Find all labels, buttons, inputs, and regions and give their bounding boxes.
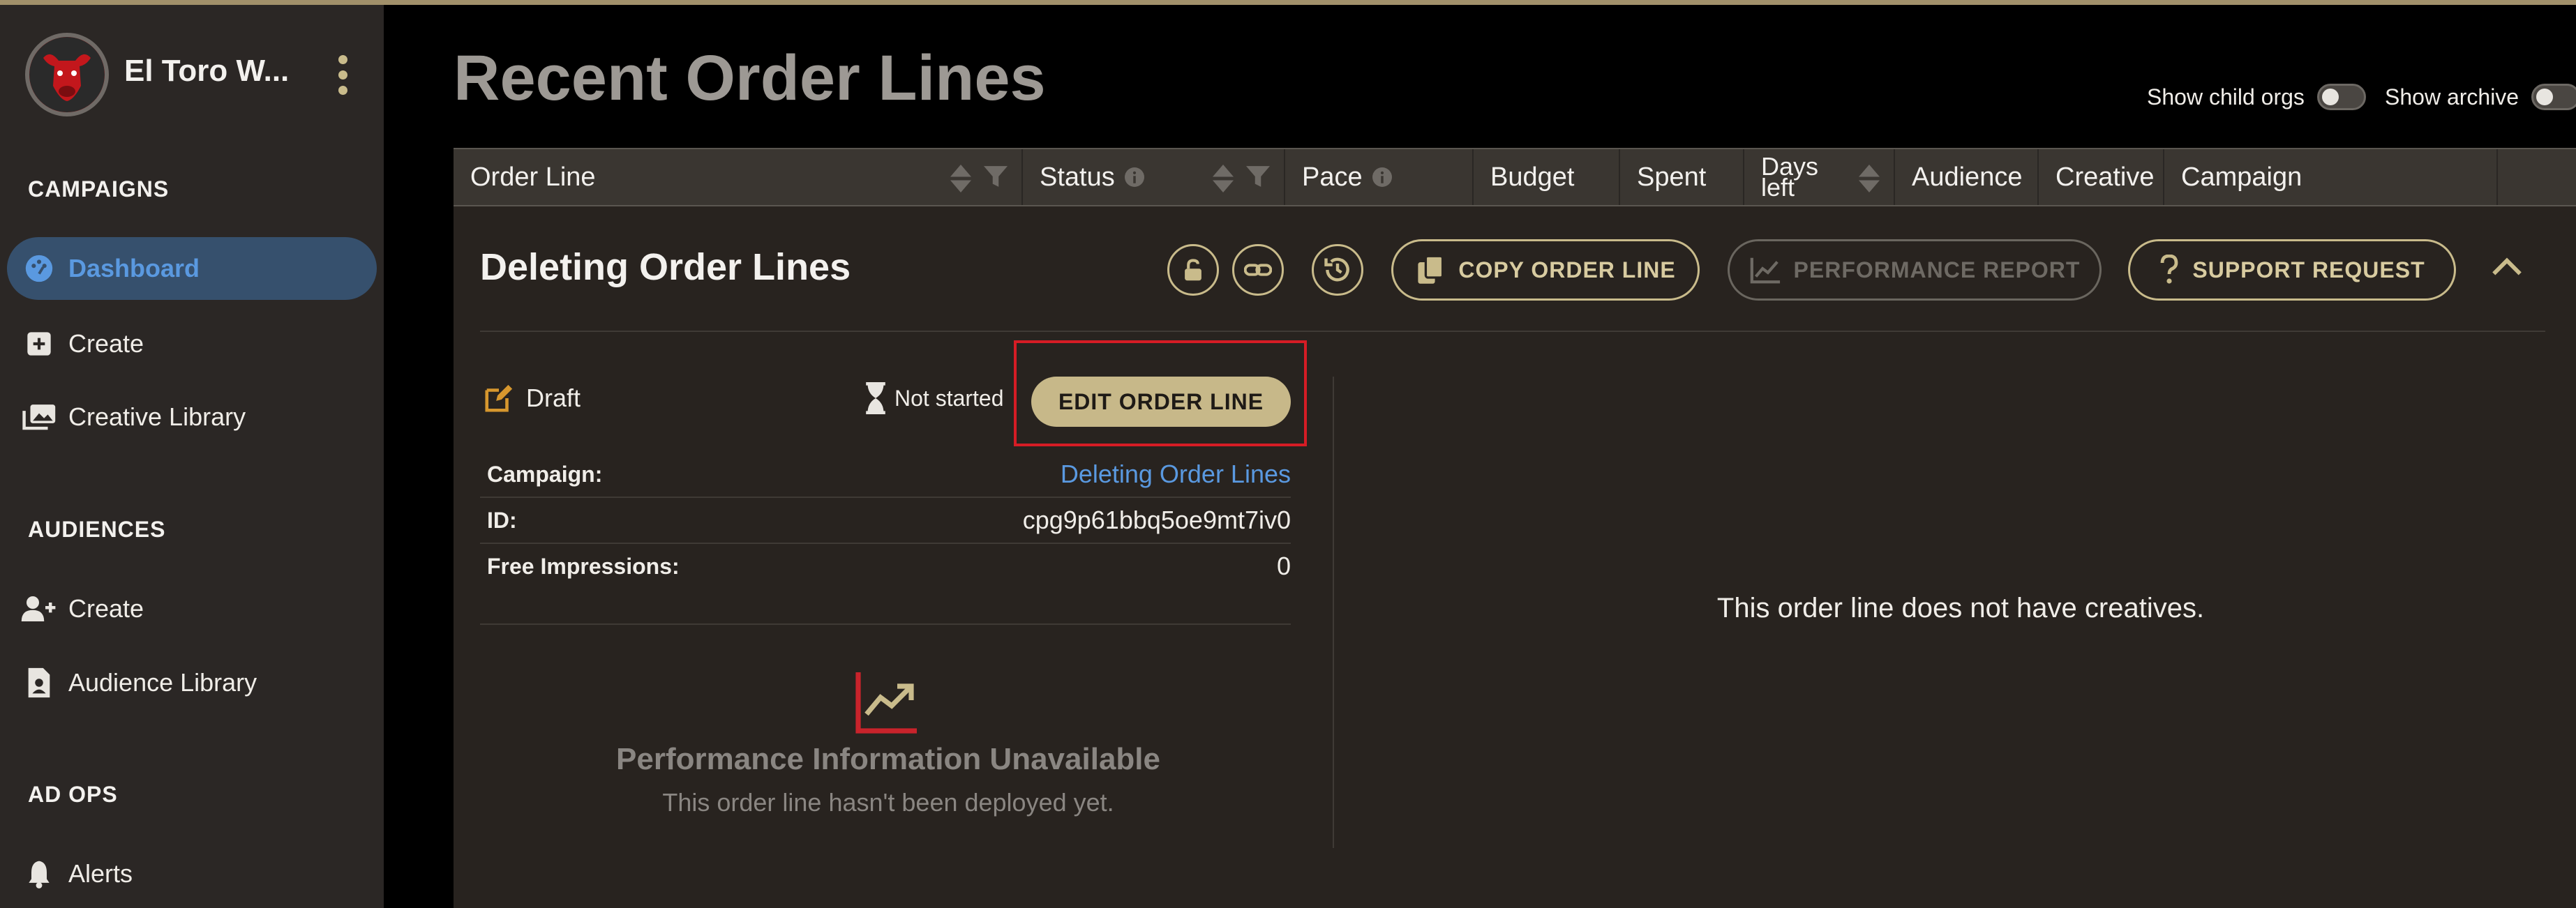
column-label: Spent bbox=[1637, 162, 1707, 192]
detail-value: 0 bbox=[1276, 552, 1291, 580]
info-icon[interactable] bbox=[1372, 167, 1392, 187]
no-creatives-message: This order line does not have creatives. bbox=[1716, 593, 2205, 623]
column-label: Campaign bbox=[2181, 162, 2302, 192]
collapse-chevron-icon[interactable] bbox=[2489, 252, 2524, 284]
order-line-title: Deleting Order Lines bbox=[480, 246, 851, 288]
filter-icon[interactable] bbox=[984, 165, 1008, 188]
column-label: Creative bbox=[2055, 162, 2155, 192]
page-title: Recent Order Lines bbox=[454, 43, 1046, 114]
sort-icon[interactable] bbox=[950, 165, 971, 192]
show-archive-toggle[interactable]: Show archive bbox=[2385, 84, 2576, 110]
question-icon bbox=[2159, 255, 2180, 285]
org-name: El Toro W... bbox=[124, 54, 290, 88]
column-label: Days left bbox=[1761, 152, 1819, 202]
sidebar-item-label: Creative Library bbox=[68, 402, 246, 431]
sort-icon[interactable] bbox=[1213, 165, 1234, 192]
column-header-budget[interactable]: Budget bbox=[1474, 149, 1620, 205]
show-child-orgs-toggle[interactable]: Show child orgs bbox=[2147, 84, 2366, 110]
column-header-creative[interactable]: Creative bbox=[2039, 149, 2164, 205]
sidebar-item-label: Audience Library bbox=[68, 668, 257, 697]
detail-row-id: ID: cpg9p61bbq5oe9mt7iv0 bbox=[487, 498, 1291, 543]
bell-icon bbox=[20, 854, 59, 893]
org-avatar bbox=[25, 33, 109, 116]
history-button[interactable] bbox=[1312, 244, 1363, 296]
detail-label: Campaign: bbox=[487, 461, 603, 487]
org-switcher[interactable]: El Toro W... bbox=[25, 33, 360, 123]
filter-icon[interactable] bbox=[1246, 165, 1270, 188]
sidebar-item-dashboard[interactable]: Dashboard bbox=[7, 237, 377, 300]
column-header-audience[interactable]: Audience bbox=[1895, 149, 2039, 205]
campaign-link[interactable]: Deleting Order Lines bbox=[1061, 460, 1291, 489]
unlock-icon bbox=[1185, 259, 1201, 281]
trend-chart-icon bbox=[855, 672, 917, 734]
kebab-menu-icon[interactable] bbox=[332, 55, 353, 104]
performance-report-button[interactable]: PERFORMANCE REPORT bbox=[1728, 239, 2102, 301]
toggle-switch[interactable] bbox=[2316, 84, 2366, 110]
sidebar-item-audience-library[interactable]: Audience Library bbox=[7, 651, 377, 714]
detail-label: Free Impressions: bbox=[487, 553, 680, 579]
column-label: Audience bbox=[1912, 162, 2023, 192]
deploy-status: Not started bbox=[864, 382, 1004, 414]
column-label: Budget bbox=[1490, 162, 1575, 192]
sort-icon[interactable] bbox=[1859, 165, 1880, 192]
sidebar-item-creative-library[interactable]: Creative Library bbox=[7, 386, 377, 448]
column-header-order-line[interactable]: Order Line bbox=[454, 149, 1023, 205]
copy-icon bbox=[1415, 255, 1446, 285]
deploy-status-label: Not started bbox=[894, 385, 1004, 411]
sidebar-item-label: Alerts bbox=[68, 859, 133, 888]
file-user-icon bbox=[20, 663, 59, 702]
info-icon[interactable] bbox=[1124, 167, 1144, 187]
copy-link-button[interactable] bbox=[1232, 244, 1284, 296]
user-plus-icon bbox=[20, 589, 59, 628]
detail-row-campaign: Campaign: Deleting Order Lines bbox=[487, 452, 1291, 497]
column-label: Order Line bbox=[470, 162, 596, 192]
panel-divider bbox=[480, 331, 2545, 332]
toggle-label: Show archive bbox=[2385, 84, 2519, 109]
status-label: Draft bbox=[526, 384, 581, 412]
section-title-ad-ops: AD OPS bbox=[28, 782, 118, 807]
dashboard-icon bbox=[20, 249, 59, 288]
column-header-campaign[interactable]: Campaign bbox=[2164, 149, 2498, 205]
detail-label: ID: bbox=[487, 507, 517, 533]
detail-row-free-impressions: Free Impressions: 0 bbox=[487, 544, 1291, 589]
section-title-campaigns: CAMPAIGNS bbox=[28, 176, 170, 202]
detail-value: cpg9p61bbq5oe9mt7iv0 bbox=[1022, 506, 1291, 534]
column-label: Pace bbox=[1302, 162, 1363, 192]
table-header: Order Line Status Pace Budget Spent Days… bbox=[454, 148, 2576, 206]
section-title-audiences: AUDIENCES bbox=[28, 517, 166, 542]
performance-subtitle: This order line hasn't been deployed yet… bbox=[662, 788, 1114, 817]
sidebar-item-label: Create bbox=[68, 594, 144, 623]
top-accent-line bbox=[0, 0, 2576, 5]
button-label: COPY ORDER LINE bbox=[1458, 257, 1676, 282]
plus-square-icon bbox=[20, 324, 59, 363]
history-icon bbox=[1324, 257, 1349, 282]
copy-order-line-button[interactable]: COPY ORDER LINE bbox=[1391, 239, 1700, 301]
support-request-button[interactable]: SUPPORT REQUEST bbox=[2128, 239, 2456, 301]
performance-title: Performance Information Unavailable bbox=[616, 742, 1160, 776]
column-label: Status bbox=[1040, 162, 1115, 192]
unlock-button[interactable] bbox=[1167, 244, 1219, 296]
sidebar-item-alerts[interactable]: Alerts bbox=[7, 842, 377, 905]
column-header-status[interactable]: Status bbox=[1023, 149, 1285, 205]
images-icon bbox=[20, 398, 59, 437]
toggle-label: Show child orgs bbox=[2147, 84, 2305, 109]
line-chart-icon bbox=[1749, 256, 1781, 284]
section-divider bbox=[480, 623, 1291, 625]
sidebar-item-label: Create bbox=[68, 329, 144, 358]
button-label: PERFORMANCE REPORT bbox=[1793, 257, 2081, 282]
draft-status: Draft bbox=[483, 382, 581, 414]
column-header-pace[interactable]: Pace bbox=[1285, 149, 1474, 205]
toggle-switch[interactable] bbox=[2531, 84, 2576, 110]
hourglass-icon bbox=[866, 382, 885, 414]
sidebar: El Toro W... CAMPAIGNS Dashboard Create … bbox=[0, 5, 384, 908]
sidebar-item-create-audience[interactable]: Create bbox=[7, 577, 377, 640]
column-header-spent[interactable]: Spent bbox=[1620, 149, 1744, 205]
sidebar-item-create-campaign[interactable]: Create bbox=[7, 312, 377, 375]
column-header-days-left[interactable]: Days left bbox=[1744, 149, 1895, 205]
button-label: SUPPORT REQUEST bbox=[2192, 257, 2425, 282]
edit-icon bbox=[485, 384, 513, 412]
link-icon bbox=[1244, 264, 1272, 276]
edit-order-line-button[interactable]: EDIT ORDER LINE bbox=[1031, 377, 1291, 427]
sidebar-item-label: Dashboard bbox=[68, 254, 200, 282]
